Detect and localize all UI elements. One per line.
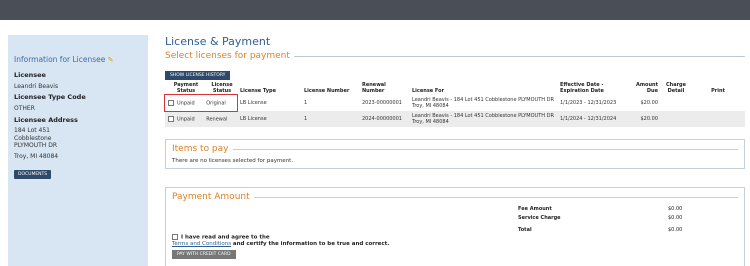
col-license-number: License Number	[301, 82, 359, 95]
address-line2: Cobblestone	[14, 134, 52, 142]
row2-license-type: LB License	[237, 111, 301, 127]
col-license-type: License Type	[237, 82, 301, 95]
row1-charge-detail	[661, 95, 691, 111]
select-licenses-section: Select licenses for payment SHOW LICENSE…	[164, 51, 745, 127]
row2-print	[691, 111, 745, 127]
license-table: Payment Status License Status License Ty…	[164, 82, 745, 127]
divider	[232, 148, 738, 150]
total-label: Total	[518, 227, 532, 233]
pencil-icon[interactable]: ✎	[108, 56, 114, 64]
total-row: Total $0.00	[518, 227, 708, 233]
payment-title: Payment Amount	[172, 192, 250, 202]
row1-amount: $20.00	[623, 95, 661, 111]
main-content: License & Payment Select licenses for pa…	[164, 35, 745, 266]
show-license-history-button[interactable]: SHOW LICENSE HISTORY	[165, 71, 231, 80]
fee-amount-row: Fee Amount $0.00	[518, 206, 708, 212]
col-print: Print	[691, 82, 745, 95]
items-title: Items to pay	[172, 144, 229, 154]
licensee-type-label: Licensee Type Code	[14, 93, 86, 102]
items-empty-message: There are no licenses selected for payme…	[172, 158, 294, 164]
col-renewal-number: Renewal Number	[359, 82, 409, 95]
payment-amount-section: Payment Amount Fee Amount $0.00 Service …	[165, 187, 745, 266]
sidebar-title-text: Information for Licensee	[14, 55, 106, 64]
address-line1: 184 Lot 451	[14, 127, 50, 135]
divider	[253, 196, 738, 198]
total-value: $0.00	[668, 227, 683, 233]
licensee-value: Leandri Beavis	[14, 82, 59, 90]
agree-suffix: and certify the information to be true a…	[232, 240, 390, 247]
terms-line2: Terms and Conditions and certify the inf…	[172, 241, 389, 247]
row2-charge-detail	[661, 111, 691, 127]
row2-payment-status: Unpaid	[177, 116, 195, 123]
row2-license-number: 1	[301, 111, 359, 127]
row1-license-status: Original	[206, 100, 226, 107]
divider	[293, 55, 745, 57]
row1-dates: 1/1/2023 - 12/31/2023	[557, 95, 623, 111]
fee-amount-label: Fee Amount	[518, 206, 552, 212]
pay-with-credit-card-button[interactable]: PAY WITH CREDIT CARD	[172, 249, 236, 259]
table-row: Unpaid Original LB License 1 2023-000000…	[164, 94, 745, 112]
licensee-sidebar: Information for Licensee ✎ Licensee Lean…	[8, 35, 148, 266]
licensee-label: Licensee	[14, 71, 46, 79]
fee-summary: Fee Amount $0.00 Service Charge $0.00 To…	[518, 206, 708, 236]
service-charge-label: Service Charge	[518, 215, 561, 221]
row1-status-cell: Unpaid Original	[164, 94, 238, 112]
terms-link[interactable]: Terms and Conditions	[172, 241, 231, 247]
terms-agreement: I have read and agree to the Terms and C…	[172, 234, 389, 259]
col-payment-status: Payment Status	[165, 82, 207, 95]
col-amount-due: Amount Due	[623, 82, 661, 95]
licensee-address-label: Licensee Address	[14, 115, 78, 124]
row2-amount: $20.00	[623, 111, 661, 127]
address-lines: 184 Lot 451 Cobblestone PLYMOUTH DR	[14, 127, 142, 150]
select-section-header: Select licenses for payment	[165, 51, 745, 61]
items-header: Items to pay	[172, 144, 738, 154]
payment-header: Payment Amount	[172, 192, 738, 202]
col-license-status: License Status	[207, 82, 237, 95]
table-header-row: Payment Status License Status License Ty…	[165, 82, 745, 95]
row1-license-number: 1	[301, 95, 359, 111]
page-title: License & Payment	[165, 35, 271, 48]
fee-amount-value: $0.00	[668, 206, 683, 212]
table-row: Unpaid Renewal LB License 1 2024-0000000…	[165, 111, 745, 127]
documents-button[interactable]: DOCUMENTS	[14, 170, 52, 180]
service-charge-row: Service Charge $0.00	[518, 215, 708, 221]
col-license-for: License For	[409, 82, 557, 95]
address-city: Troy, MI 48084	[14, 152, 59, 160]
row1-payment-status: Unpaid	[177, 100, 195, 107]
col-charge-detail: Charge Detail	[661, 82, 691, 95]
row2-dates: 1/1/2024 - 12/31/2024	[557, 111, 623, 127]
items-to-pay-section: Items to pay There are no licenses selec…	[165, 139, 745, 169]
row1-print	[691, 95, 745, 111]
row2-license-for: Leandri Beavis - 184 Lot 451 Cobblestone…	[409, 111, 557, 127]
sidebar-title: Information for Licensee ✎	[14, 55, 142, 64]
page: Information for Licensee ✎ Licensee Lean…	[0, 20, 750, 266]
row1-renewal-number: 2023-00000001	[359, 95, 409, 111]
licensee-type-value: OTHER	[14, 105, 35, 113]
row1-license-for: Leandri Beavis - 184 Lot 451 Cobblestone…	[409, 95, 557, 111]
select-section-title: Select licenses for payment	[165, 51, 294, 61]
col-dates: Effective Date - Expiration Date	[557, 82, 623, 95]
row1-license-type: LB License	[237, 95, 301, 111]
row2-status-cell: Unpaid Renewal	[165, 111, 237, 127]
payment-body: Fee Amount $0.00 Service Charge $0.00 To…	[172, 206, 738, 266]
service-charge-value: $0.00	[668, 215, 683, 221]
row1-select-checkbox[interactable]	[168, 99, 174, 106]
address-line3: PLYMOUTH DR	[14, 142, 57, 150]
row2-license-status: Renewal	[206, 116, 228, 123]
terms-checkbox[interactable]	[172, 234, 178, 240]
row2-select-checkbox[interactable]	[168, 115, 174, 122]
row2-renewal-number: 2024-00000001	[359, 111, 409, 127]
